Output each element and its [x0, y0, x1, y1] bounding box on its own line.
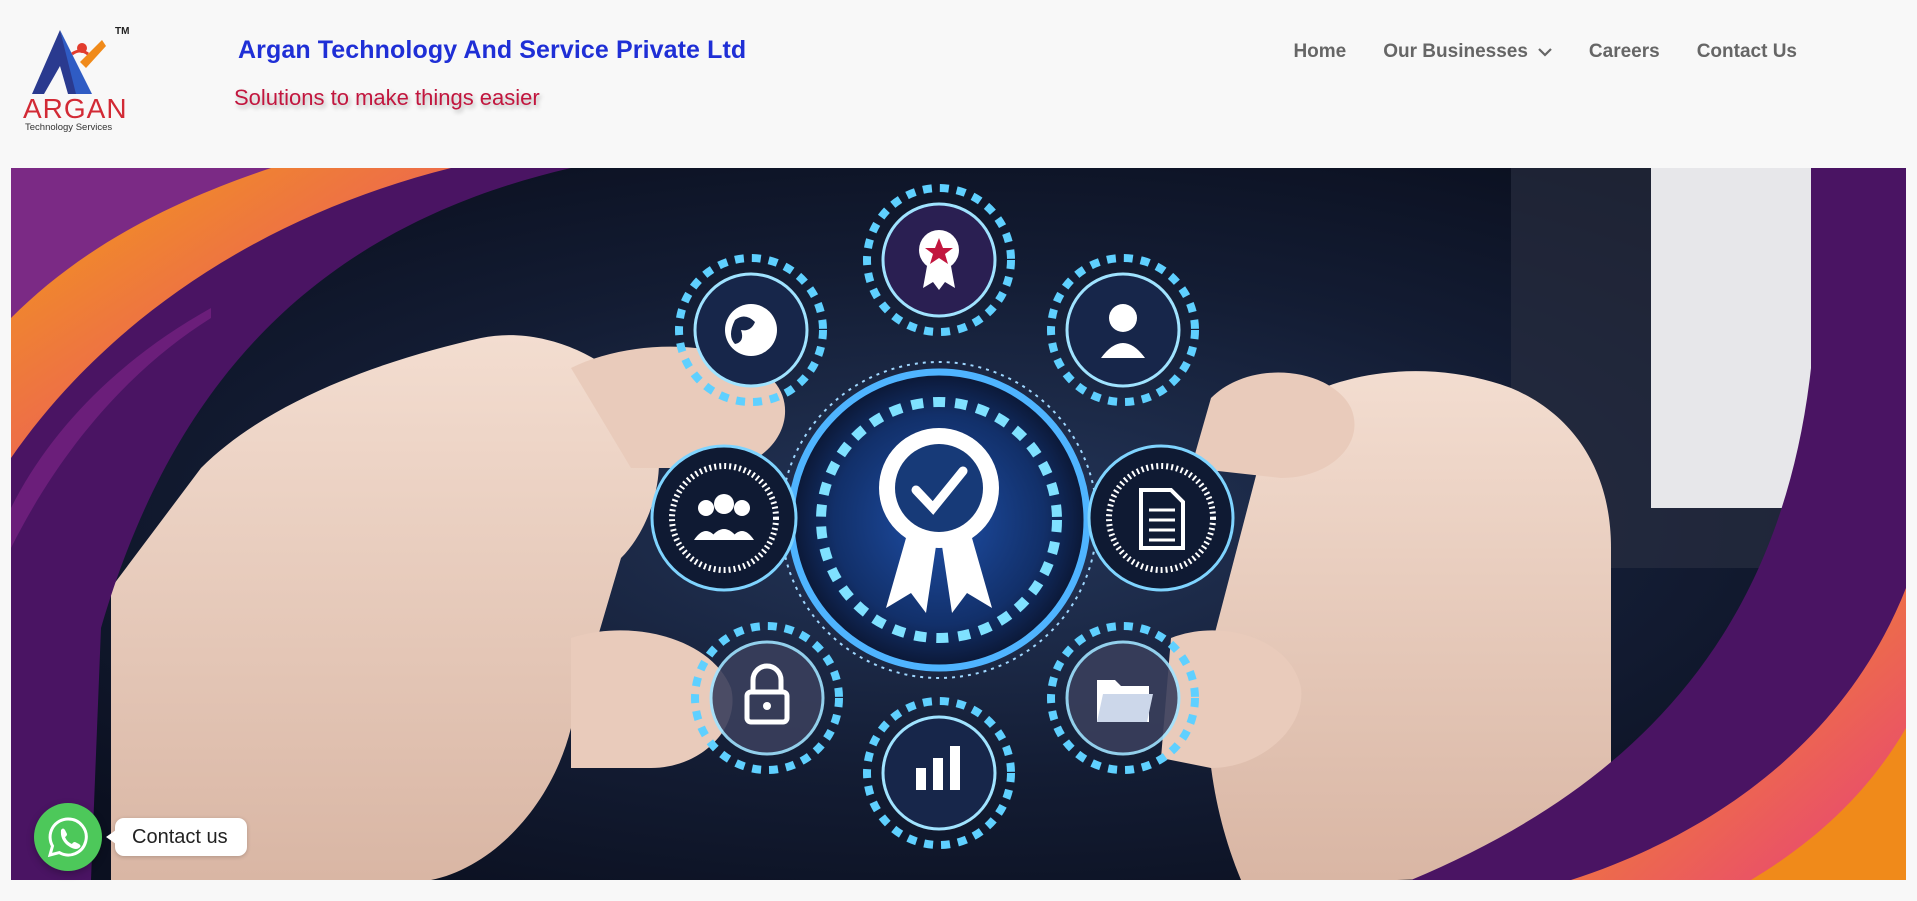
- nav-careers-label: Careers: [1588, 41, 1660, 62]
- nav-contact-us-label: Contact Us: [1696, 41, 1797, 62]
- svg-text:TM: TM: [115, 26, 129, 37]
- whatsapp-icon: [47, 817, 88, 858]
- svg-text:Technology Services: Technology Services: [25, 122, 112, 132]
- hero-banner: [11, 168, 1906, 880]
- argan-logo-icon: TM ARGAN Technology Services: [23, 26, 129, 133]
- hero-image: [11, 168, 1906, 880]
- document-icon: [1087, 444, 1235, 592]
- tagline: Solutions to make things easier: [234, 85, 540, 110]
- company-name: Argan Technology And Service Private Ltd: [238, 36, 747, 64]
- whatsapp-contact-label[interactable]: Contact us: [106, 818, 247, 856]
- svg-text:ARGAN: ARGAN: [23, 93, 128, 124]
- nav-careers[interactable]: Careers: [1589, 41, 1660, 63]
- nav-home[interactable]: Home: [1293, 41, 1346, 63]
- nav-our-businesses[interactable]: Our Businesses: [1383, 41, 1552, 63]
- main-nav: Home Our Businesses Careers Contact Us: [1293, 41, 1797, 63]
- chevron-down-icon: [1538, 47, 1552, 57]
- team-icon: [650, 444, 798, 592]
- nav-contact-us[interactable]: Contact Us: [1697, 41, 1797, 63]
- nav-home-label: Home: [1293, 41, 1347, 62]
- site-header: TM ARGAN Technology Services Argan Techn…: [0, 0, 1917, 168]
- whatsapp-button[interactable]: [34, 803, 102, 871]
- argan-logo[interactable]: TM ARGAN Technology Services: [20, 22, 132, 133]
- nav-our-businesses-label: Our Businesses: [1383, 41, 1528, 62]
